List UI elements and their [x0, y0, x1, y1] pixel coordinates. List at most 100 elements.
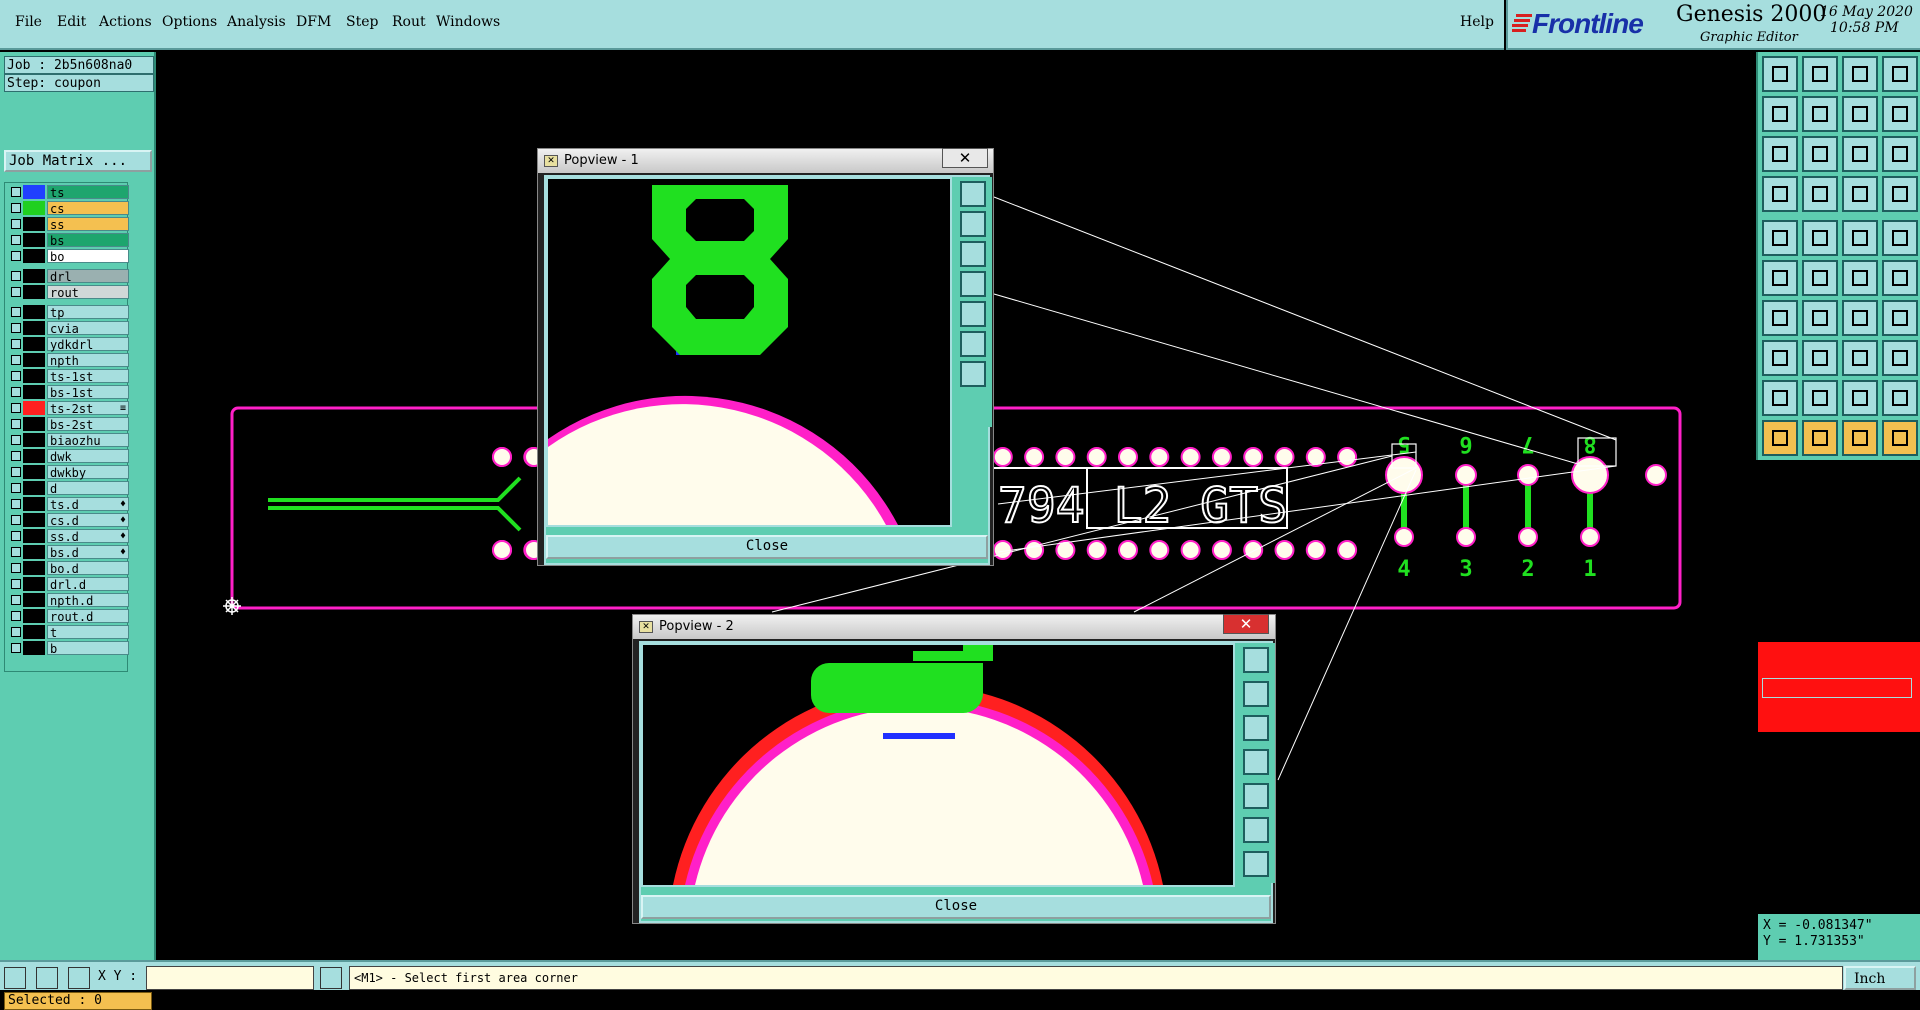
popview-1-zoom-out-button[interactable] [960, 331, 986, 357]
menu-options[interactable]: Options [162, 14, 217, 30]
layer-color-swatch[interactable] [23, 449, 45, 463]
layer-row[interactable]: d [7, 481, 129, 496]
menu-windows[interactable]: Windows [436, 14, 500, 30]
layer-name[interactable]: cs [47, 201, 129, 216]
layer-color-swatch[interactable] [23, 369, 45, 383]
poly-b-icon[interactable] [1802, 380, 1838, 416]
popview-2-close-x[interactable]: ✕ [1223, 614, 1269, 634]
menu-edit[interactable]: Edit [57, 14, 86, 30]
layer-checkbox[interactable] [11, 595, 21, 605]
layer-checkbox[interactable] [11, 371, 21, 381]
poly-d-icon[interactable] [1882, 380, 1918, 416]
layer-color-swatch[interactable] [23, 385, 45, 399]
xy-input[interactable] [146, 966, 314, 990]
layer-row[interactable]: bs.d ♦ [7, 545, 129, 560]
layer-color-swatch[interactable] [23, 269, 45, 283]
layer-name[interactable]: biaozhu [47, 433, 129, 448]
zoom-icon[interactable] [1802, 136, 1838, 172]
display-b-icon[interactable] [1882, 176, 1918, 212]
layer-name[interactable]: drl.d [47, 577, 129, 592]
layer-row[interactable]: dwkby [7, 465, 129, 480]
popview-1-close-button[interactable]: Close [546, 535, 988, 559]
layer-checkbox[interactable] [11, 643, 21, 653]
menu-dfm[interactable]: DFM [296, 14, 331, 30]
popview-1-pan-left-button[interactable] [960, 271, 986, 297]
layer-checkbox[interactable] [11, 203, 21, 213]
layer-row[interactable]: cvia [7, 321, 129, 336]
layer-checkbox[interactable] [11, 531, 21, 541]
layer-name[interactable]: bo [47, 249, 129, 264]
layer-name[interactable]: rout [47, 285, 129, 300]
arc-icon[interactable] [1842, 300, 1878, 336]
select-d-icon[interactable] [1882, 420, 1918, 456]
measure-icon[interactable] [1762, 176, 1798, 212]
layer-row[interactable]: drl.d [7, 577, 129, 592]
layer-name[interactable]: ts-2st ≡ [47, 401, 129, 416]
layer-checkbox[interactable] [11, 515, 21, 525]
layer-row[interactable]: bs-1st [7, 385, 129, 400]
layer-checkbox[interactable] [11, 187, 21, 197]
select-area-icon[interactable] [1882, 220, 1918, 256]
layer-row[interactable]: ts-1st [7, 369, 129, 384]
probe-icon[interactable] [1802, 176, 1838, 212]
layer-color-swatch[interactable] [23, 593, 45, 607]
popview-2-zoom-button[interactable] [1243, 647, 1269, 673]
popview-2-pan-up-button[interactable] [1243, 681, 1269, 707]
step-repeat-icon[interactable] [1882, 300, 1918, 336]
popview-1-titlebar[interactable]: ✕ Popview - 1 [538, 149, 993, 173]
layer-checkbox[interactable] [11, 235, 21, 245]
layer-checkbox[interactable] [11, 451, 21, 461]
layer-color-swatch[interactable] [23, 513, 45, 527]
layer-row[interactable]: b [7, 641, 129, 656]
popview-2-pan-left-button[interactable] [1243, 749, 1269, 775]
layer-row[interactable]: tp [7, 305, 129, 320]
poly-c-icon[interactable] [1842, 380, 1878, 416]
layer-row[interactable]: npth [7, 353, 129, 368]
layer-color-swatch[interactable] [23, 609, 45, 623]
popview-2-titlebar[interactable]: ✕ Popview - 2 [633, 615, 1275, 639]
undo-icon[interactable] [1842, 96, 1878, 132]
line-b-icon[interactable] [1802, 300, 1838, 336]
layer-checkbox[interactable] [11, 611, 21, 621]
layer-color-swatch[interactable] [23, 201, 45, 215]
layer-name[interactable]: ts-1st [47, 369, 129, 384]
layer-name[interactable]: npth [47, 353, 129, 368]
layer-row[interactable]: ss.d ♦ [7, 529, 129, 544]
layer-checkbox[interactable] [11, 219, 21, 229]
move-left-icon[interactable] [1762, 96, 1798, 132]
job-matrix-button[interactable]: Job Matrix ... [4, 150, 152, 172]
layer-name[interactable]: ss.d ♦ [47, 529, 129, 544]
layer-checkbox[interactable] [11, 271, 21, 281]
layer-color-swatch[interactable] [23, 545, 45, 559]
layer-checkbox[interactable] [11, 467, 21, 477]
snap-pad-icon[interactable] [1762, 260, 1798, 296]
layer-row[interactable]: ydkdrl [7, 337, 129, 352]
layer-color-swatch[interactable] [23, 433, 45, 447]
layer-name[interactable]: bs.d ♦ [47, 545, 129, 560]
popview-1-pan-up-button[interactable] [960, 211, 986, 237]
popview-1-close-x[interactable]: ✕ [942, 148, 988, 168]
layer-name[interactable]: ydkdrl [47, 337, 129, 352]
layer-name[interactable]: dwk [47, 449, 129, 464]
layout-icon[interactable] [1882, 56, 1918, 92]
layer-color-swatch[interactable] [23, 577, 45, 591]
layer-color-swatch[interactable] [23, 285, 45, 299]
grid-icon[interactable] [68, 967, 90, 989]
popview-2-pan-down-button[interactable] [1243, 715, 1269, 741]
line-a-icon[interactable] [1762, 300, 1798, 336]
layer-name[interactable]: bs-1st [47, 385, 129, 400]
layer-name[interactable]: ts [47, 185, 129, 200]
layer-row[interactable]: ts.d ♦ [7, 497, 129, 512]
ratio-icon[interactable] [1842, 136, 1878, 172]
layer-name[interactable]: drl [47, 269, 129, 284]
popview-2-close-button[interactable]: Close [641, 895, 1271, 919]
layer-name[interactable]: cvia [47, 321, 129, 336]
layer-name[interactable]: cs.d ♦ [47, 513, 129, 528]
layer-color-swatch[interactable] [23, 217, 45, 231]
layer-color-swatch[interactable] [23, 465, 45, 479]
popview-1-view[interactable] [546, 177, 952, 527]
select-b-icon[interactable] [1802, 420, 1838, 456]
menu-file[interactable]: File [15, 14, 42, 30]
layer-row[interactable]: cs.d ♦ [7, 513, 129, 528]
menu-step[interactable]: Step [346, 14, 378, 30]
